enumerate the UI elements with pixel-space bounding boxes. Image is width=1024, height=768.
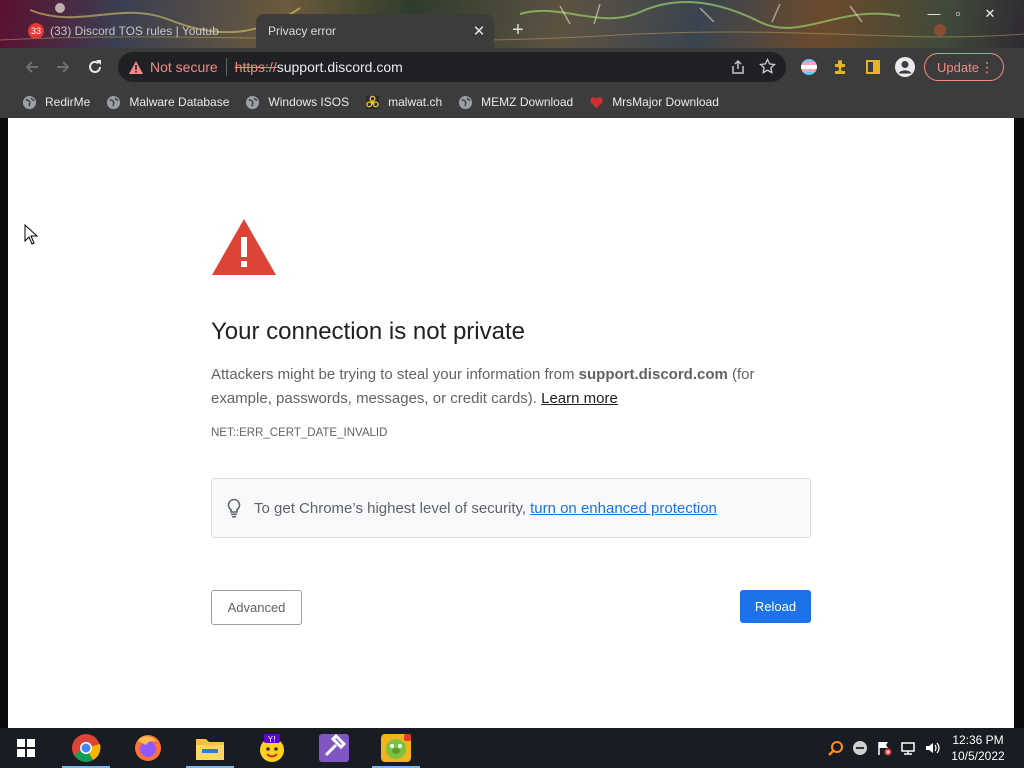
refresh-icon	[89, 60, 101, 73]
status-tray-icon[interactable]	[852, 740, 868, 756]
clock-date: 10/5/2022	[951, 749, 1005, 763]
trans-flag-extension[interactable]	[797, 55, 821, 79]
taskbar: Y! 12:36 PM 10/5/2022	[0, 728, 1024, 768]
bookmark-malwatch[interactable]: malwat.ch	[365, 95, 442, 110]
url-host: support.discord.com	[276, 59, 403, 75]
search-tray-icon[interactable]	[828, 740, 844, 756]
privacy-error-page: Your connection is not private Attackers…	[8, 118, 1014, 728]
bookmark-label: malwat.ch	[388, 95, 443, 109]
network-icon[interactable]	[900, 740, 916, 756]
description-host: support.discord.com	[578, 366, 728, 383]
more-menu-icon[interactable]: ⋮	[980, 59, 994, 75]
heart-icon	[589, 95, 604, 110]
extensions-button[interactable]	[829, 55, 853, 79]
reload-toolbar-button[interactable]	[83, 55, 107, 79]
side-panel-button[interactable]	[861, 55, 885, 79]
url-scheme: https://	[234, 59, 277, 75]
divider	[225, 58, 227, 76]
svg-text:Y!: Y!	[267, 735, 276, 744]
taskbar-file-explorer[interactable]	[180, 728, 240, 768]
close-tab-icon[interactable]: ✕	[470, 22, 488, 40]
close-window-button[interactable]: ✕	[976, 4, 1004, 24]
not-secure-chip[interactable]: Not secure	[128, 59, 218, 75]
mouse-cursor-icon	[24, 224, 38, 245]
bookmark-label: Windows ISOS	[268, 95, 350, 109]
taskbar-visual-studio[interactable]	[304, 728, 364, 768]
learn-more-link[interactable]: Learn more	[541, 390, 618, 407]
yahoo-messenger-icon: Y!	[260, 734, 284, 762]
browser-toolbar: Not secure https:// support.discord.com …	[0, 48, 1024, 86]
trans-flag-icon	[801, 59, 817, 75]
description-text: Attackers might be trying to steal your …	[211, 366, 579, 383]
address-bar[interactable]: Not secure https:// support.discord.com	[118, 52, 786, 82]
windows-logo-icon	[17, 739, 35, 757]
firefox-icon	[135, 735, 161, 761]
update-button[interactable]: Update ⋮	[924, 53, 1004, 81]
action-center-flag-icon[interactable]	[876, 740, 892, 756]
biohazard-icon	[365, 95, 380, 110]
start-button[interactable]	[0, 728, 52, 768]
globe-icon	[22, 95, 37, 110]
warning-triangle-icon	[212, 219, 276, 275]
profile-button[interactable]	[893, 55, 917, 79]
globe-icon	[245, 95, 260, 110]
tab-badge: 33	[28, 23, 44, 39]
bookmark-memz-download[interactable]: MEMZ Download	[458, 95, 573, 110]
advanced-button[interactable]: Advanced	[211, 590, 302, 625]
bookmark-malware-database[interactable]: Malware Database	[106, 95, 229, 110]
bookmarks-bar: RedirMe Malware Database Windows ISOS ma…	[0, 86, 1024, 118]
taskbar-firefox[interactable]	[118, 728, 178, 768]
bookmark-windows-isos[interactable]: Windows ISOS	[245, 95, 349, 110]
bad-piggies-icon	[381, 734, 411, 762]
bookmark-label: Malware Database	[129, 95, 230, 109]
tab-title: (33) Discord TOS rules | Youtub	[50, 24, 219, 38]
bookmark-label: MEMZ Download	[481, 95, 574, 109]
bookmark-label: RedirMe	[45, 95, 91, 109]
bookmark-star-icon[interactable]	[759, 57, 776, 78]
globe-icon	[458, 95, 473, 110]
forward-button[interactable]	[51, 55, 75, 79]
taskbar-bad-piggies[interactable]	[366, 728, 426, 768]
side-panel-icon	[866, 60, 880, 74]
tab-discord[interactable]: 33 (33) Discord TOS rules | Youtub	[18, 14, 254, 48]
puzzle-icon	[835, 60, 845, 74]
avatar-icon	[895, 57, 915, 77]
taskbar-yahoo-messenger[interactable]: Y!	[242, 728, 302, 768]
new-tab-button[interactable]: +	[506, 18, 530, 42]
bookmark-redirme[interactable]: RedirMe	[22, 95, 90, 110]
forward-arrow-icon	[57, 61, 70, 73]
page-title: Your connection is not private	[211, 318, 525, 345]
not-secure-label: Not secure	[150, 59, 218, 75]
enhanced-protection-tip: To get Chrome’s highest level of securit…	[211, 478, 811, 538]
reload-button[interactable]: Reload	[740, 590, 811, 623]
hammer-tool-icon	[319, 733, 349, 762]
error-description: Attackers might be trying to steal your …	[211, 363, 781, 411]
enhanced-protection-link[interactable]: turn on enhanced protection	[530, 500, 717, 517]
tip-text: To get Chrome’s highest level of securit…	[254, 499, 527, 517]
error-code: NET::ERR_CERT_DATE_INVALID	[211, 427, 388, 439]
tab-title: Privacy error	[268, 24, 337, 38]
warning-icon	[129, 60, 143, 74]
bookmark-mrsmajor-download[interactable]: MrsMajor Download	[589, 95, 719, 110]
title-bar: 33 (33) Discord TOS rules | Youtub Priva…	[0, 0, 1024, 48]
taskbar-chrome[interactable]	[56, 728, 116, 768]
system-clock[interactable]: 12:36 PM 10/5/2022	[940, 732, 1016, 764]
maximize-button[interactable]: ▫	[944, 4, 972, 24]
back-arrow-icon	[25, 61, 38, 73]
folder-icon	[196, 739, 224, 760]
tab-privacy-error[interactable]: Privacy error ✕	[256, 14, 494, 48]
chrome-icon	[72, 734, 101, 762]
update-label: Update	[937, 59, 979, 75]
bookmark-label: MrsMajor Download	[612, 95, 719, 109]
share-icon[interactable]	[730, 59, 746, 78]
lightbulb-icon	[226, 498, 242, 518]
globe-icon	[106, 95, 121, 110]
clock-time: 12:36 PM	[952, 733, 1004, 747]
volume-icon[interactable]	[924, 740, 940, 756]
back-button[interactable]	[20, 55, 44, 79]
